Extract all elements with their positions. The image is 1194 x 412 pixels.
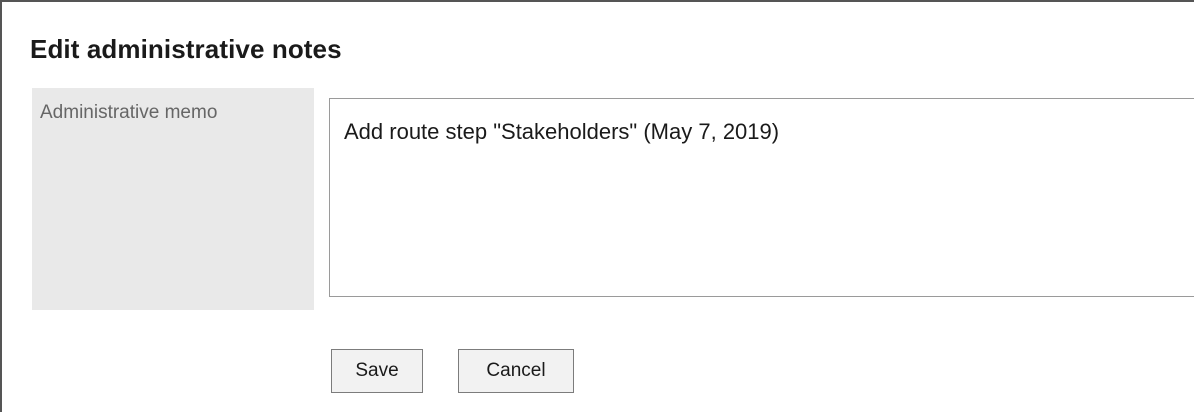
memo-label: Administrative memo — [40, 102, 218, 123]
cancel-button[interactable]: Cancel — [458, 349, 574, 393]
memo-textarea[interactable]: Add route step "Stakeholders" (May 7, 20… — [329, 98, 1194, 297]
save-button[interactable]: Save — [331, 349, 423, 393]
memo-label-cell: Administrative memo — [32, 88, 314, 310]
page-title: Edit administrative notes — [30, 34, 342, 64]
